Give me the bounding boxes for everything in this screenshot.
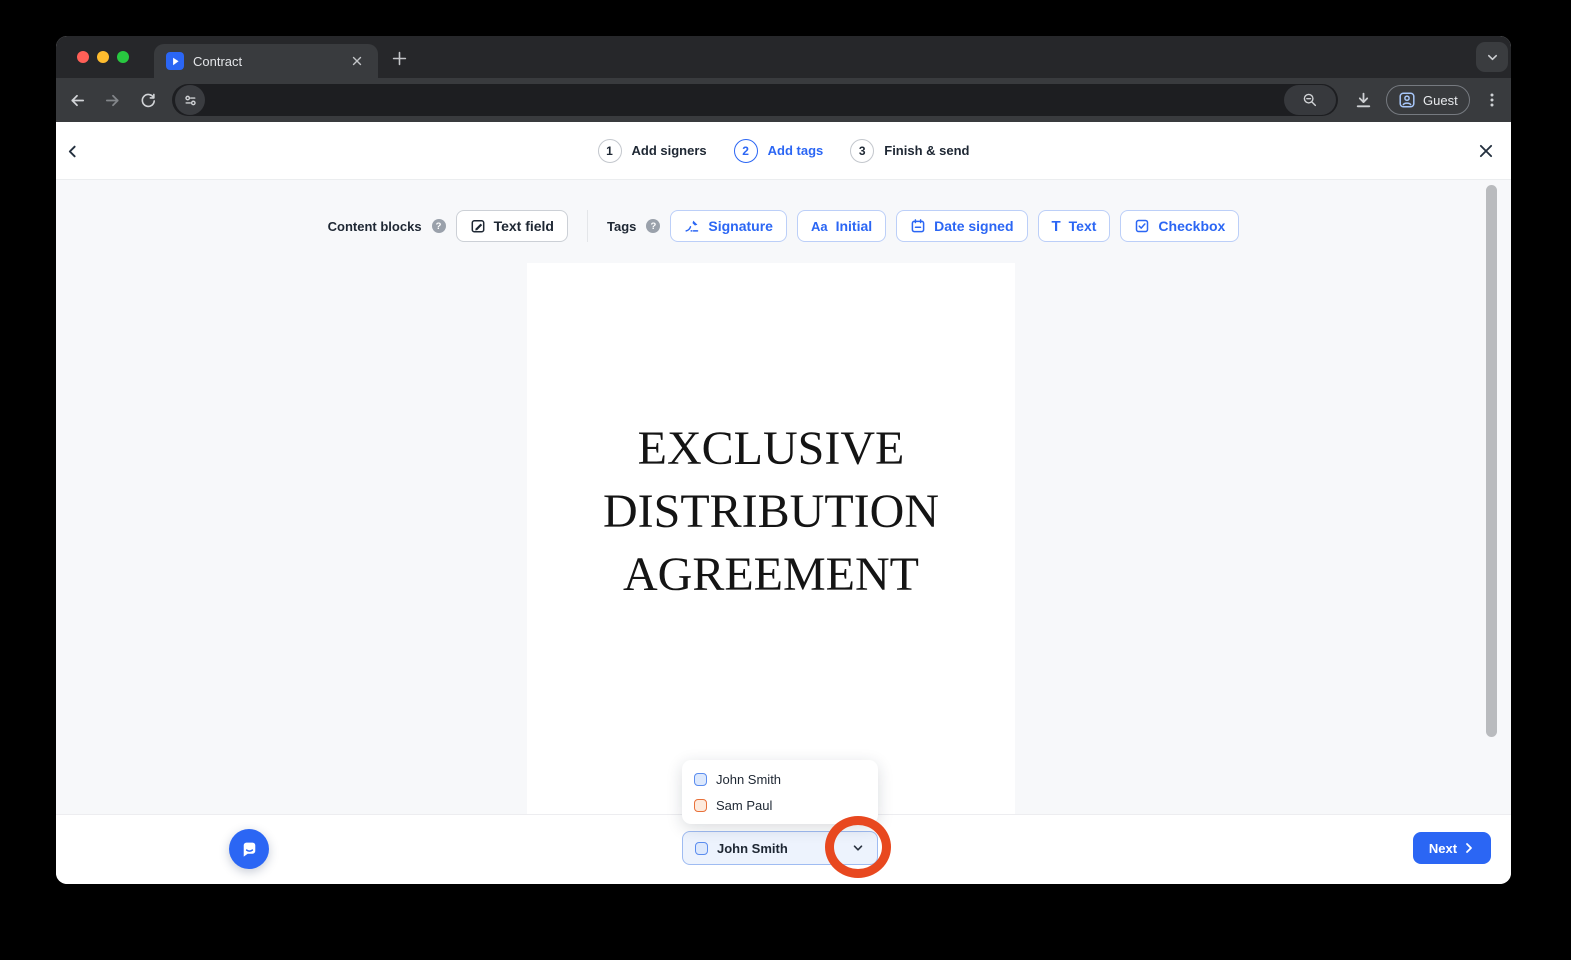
signer-option-label: John Smith xyxy=(716,771,782,787)
new-tab-button[interactable] xyxy=(386,45,412,71)
step-number: 3 xyxy=(850,138,875,163)
scrollbar-thumb[interactable] xyxy=(1486,185,1497,737)
tag-button-label: Initial xyxy=(835,218,873,234)
date-signed-tag-button[interactable]: Date signed xyxy=(896,210,1028,242)
chevron-down-icon[interactable] xyxy=(851,841,865,855)
zoom-window-button[interactable] xyxy=(117,51,129,63)
close-icon[interactable] xyxy=(1473,139,1499,163)
text-tag-button[interactable]: T Text xyxy=(1037,210,1111,242)
signature-tag-button[interactable]: Signature xyxy=(670,210,787,242)
help-icon[interactable]: ? xyxy=(646,219,661,233)
text-icon: T xyxy=(1051,217,1061,235)
signer-option-john-smith[interactable]: John Smith xyxy=(682,767,878,791)
tab-search-chevron-icon[interactable] xyxy=(1476,42,1508,72)
text-field-button[interactable]: Text field xyxy=(455,210,568,242)
initial-icon: Aa xyxy=(810,218,828,234)
step-number: 1 xyxy=(597,138,622,163)
title-line: DISTRIBUTION xyxy=(603,485,939,538)
tab-title: Contract xyxy=(193,53,243,69)
reload-icon[interactable] xyxy=(136,88,160,112)
chevron-right-icon xyxy=(1466,843,1472,853)
blocks-toolbar: Content blocks ? Text field Tags ? Signa… xyxy=(56,210,1511,242)
document-page[interactable]: EXCLUSIVE DISTRIBUTION AGREEMENT xyxy=(527,263,1015,814)
signer-color-checkbox-icon[interactable] xyxy=(694,772,707,786)
step-number: 2 xyxy=(733,138,758,163)
checkbox-icon xyxy=(1136,219,1149,233)
menu-dots-icon[interactable] xyxy=(1480,88,1504,112)
minimize-window-button[interactable] xyxy=(97,51,109,63)
tags-label: Tags xyxy=(606,218,637,234)
tag-button-label: Signature xyxy=(708,218,773,234)
step-label: Finish & send xyxy=(884,143,970,158)
tab-contract[interactable]: Contract xyxy=(154,44,378,78)
step-label: Add tags xyxy=(767,143,824,158)
step-add-tags[interactable]: 2 Add tags xyxy=(733,138,824,163)
checkbox-tag-button[interactable]: Checkbox xyxy=(1120,210,1240,242)
back-chevron-icon[interactable] xyxy=(58,139,86,163)
toolbar-divider xyxy=(586,210,588,242)
footer-bar: John Smith Next xyxy=(56,814,1511,884)
document-title: EXCLUSIVE DISTRIBUTION AGREEMENT xyxy=(527,263,1015,606)
step-finish-send[interactable]: 3 Finish & send xyxy=(850,138,970,163)
signer-select[interactable]: John Smith xyxy=(682,831,878,865)
help-icon[interactable]: ? xyxy=(431,219,446,233)
zoom-page-icon[interactable] xyxy=(1284,85,1336,115)
tag-button-label: Checkbox xyxy=(1158,218,1226,234)
tag-button-label: Text xyxy=(1068,218,1097,234)
app-header: 1 Add signers 2 Add tags 3 Finish & send xyxy=(56,122,1511,180)
next-button-label: Next xyxy=(1428,840,1458,856)
back-icon[interactable] xyxy=(65,88,89,112)
next-button[interactable]: Next xyxy=(1413,832,1491,864)
guest-label: Guest xyxy=(1423,92,1458,108)
profile-button[interactable]: Guest xyxy=(1386,85,1470,115)
download-icon[interactable] xyxy=(1351,88,1375,112)
tune-icon[interactable] xyxy=(175,85,205,115)
chat-widget-button[interactable] xyxy=(229,829,269,869)
signer-option-label: Sam Paul xyxy=(716,797,773,813)
forward-icon[interactable] xyxy=(100,88,124,112)
stepper: 1 Add signers 2 Add tags 3 Finish & send xyxy=(56,122,1511,179)
traffic-lights xyxy=(77,51,129,63)
tab-strip: Contract xyxy=(56,36,1511,78)
content-blocks-label: Content blocks xyxy=(327,218,422,234)
close-window-button[interactable] xyxy=(77,51,89,63)
title-line: AGREEMENT xyxy=(623,548,919,601)
calendar-icon xyxy=(911,219,925,233)
guest-avatar-icon xyxy=(1399,92,1415,108)
pencil-square-icon xyxy=(471,220,485,233)
signer-color-checkbox-icon[interactable] xyxy=(694,798,707,812)
tag-button-label: Date signed xyxy=(934,218,1014,234)
step-add-signers[interactable]: 1 Add signers xyxy=(597,138,707,163)
text-field-label: Text field xyxy=(493,218,554,234)
signer-color-checkbox-icon xyxy=(695,841,708,855)
address-bar[interactable] xyxy=(172,84,1338,116)
tab-close-icon[interactable] xyxy=(348,52,366,70)
initial-tag-button[interactable]: Aa Initial xyxy=(796,210,887,242)
signature-icon xyxy=(685,220,699,232)
pandadoc-favicon-icon xyxy=(166,52,184,70)
signer-option-sam-paul[interactable]: Sam Paul xyxy=(682,793,878,817)
chat-bubble-icon xyxy=(243,842,255,857)
selected-signer-label: John Smith xyxy=(717,840,788,856)
browser-window: Contract Guest 1 Add signers 2 Add tags … xyxy=(56,36,1511,884)
signer-dropdown-menu: John Smith Sam Paul xyxy=(682,760,878,824)
step-label: Add signers xyxy=(631,143,707,158)
title-line: EXCLUSIVE xyxy=(637,422,905,475)
browser-toolbar: Guest xyxy=(56,78,1511,122)
